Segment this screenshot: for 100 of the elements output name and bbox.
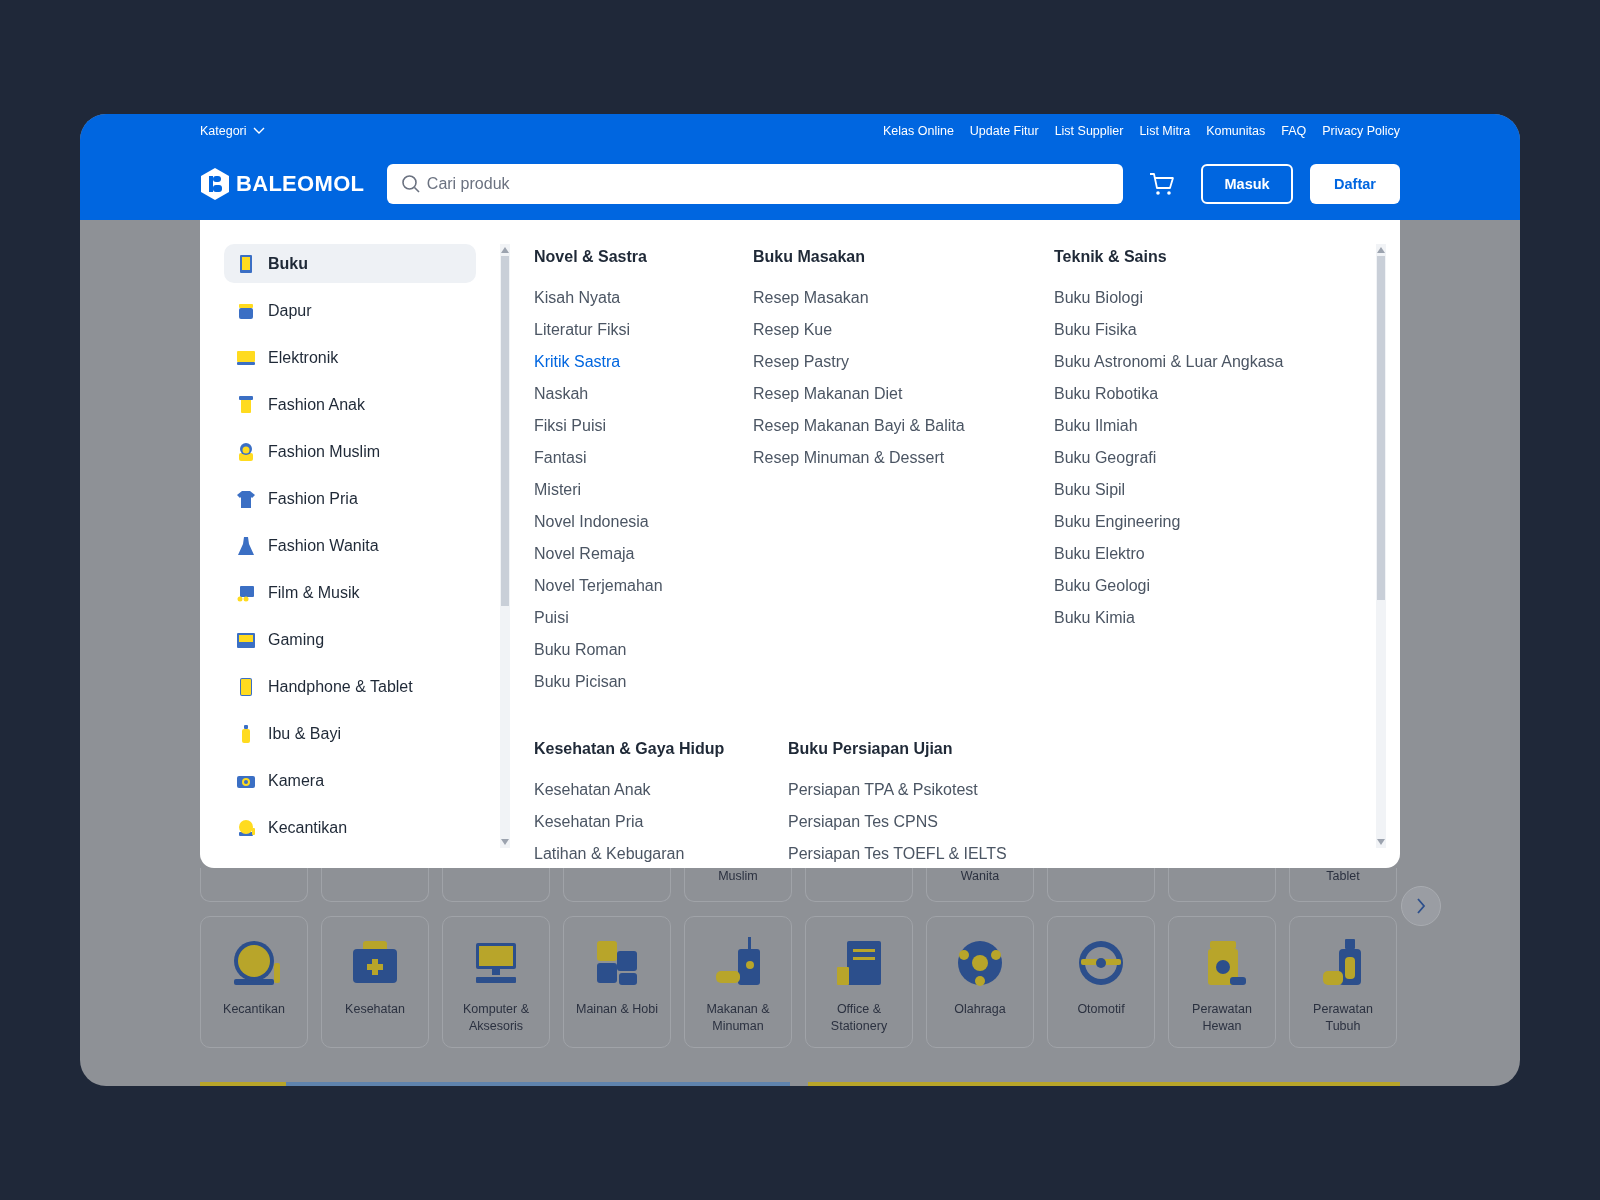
scrollbar[interactable]: [500, 244, 510, 848]
film-icon: [236, 583, 256, 604]
card-label: Makanan & Minuman: [705, 1001, 771, 1035]
subcategory-link[interactable]: Fiksi Puisi: [534, 414, 753, 446]
card-label: Otomotif: [1076, 1001, 1126, 1018]
category-card[interactable]: Komputer & Aksesoris: [442, 916, 550, 1048]
category-item[interactable]: Ibu & Bayi: [224, 714, 476, 754]
scroll-down-icon[interactable]: [500, 838, 510, 846]
search-field[interactable]: Cari produk: [386, 164, 1124, 204]
category-item[interactable]: Dapur: [224, 291, 476, 331]
category-card[interactable]: [200, 868, 308, 902]
subcategory-link[interactable]: Novel Remaja: [534, 542, 753, 574]
nav-link[interactable]: FAQ: [1281, 124, 1307, 138]
register-button[interactable]: Daftar: [1310, 164, 1400, 204]
subcategory-link[interactable]: Persiapan TPA & Psikotest: [788, 778, 1007, 810]
subcategory-link[interactable]: Kritik Sastra: [534, 350, 753, 382]
nav-link[interactable]: Komunitas: [1206, 124, 1266, 138]
subcategory-link[interactable]: Buku Geologi: [1054, 574, 1284, 606]
card-label: Kecantikan: [222, 1001, 286, 1018]
card-label: Kesehatan: [344, 1001, 406, 1018]
subcategory-link[interactable]: Resep Kue: [753, 318, 1054, 350]
category-item[interactable]: Film & Musik: [224, 573, 476, 613]
category-card[interactable]: Tablet: [1289, 868, 1397, 902]
search-icon: [400, 174, 421, 194]
subcategory-link[interactable]: Buku Kimia: [1054, 606, 1284, 638]
subcategory-link[interactable]: Puisi: [534, 606, 753, 638]
category-menu[interactable]: Kategori: [200, 124, 265, 138]
category-card[interactable]: Kecantikan: [200, 916, 308, 1048]
scroll-up-icon[interactable]: [500, 246, 510, 254]
subcategory-link[interactable]: Buku Astronomi & Luar Angkasa: [1054, 350, 1284, 382]
scrollbar-thumb[interactable]: [501, 256, 509, 606]
scroll-down-icon[interactable]: [1376, 838, 1386, 846]
category-card[interactable]: Mainan & Hobi: [563, 916, 671, 1048]
category-item[interactable]: Elektronik: [224, 338, 476, 378]
nav-link[interactable]: List Mitra: [1139, 124, 1191, 138]
subcategory-link[interactable]: Buku Sipil: [1054, 478, 1284, 510]
next-arrow-button[interactable]: [1401, 886, 1441, 926]
nav-link[interactable]: Privacy Policy: [1322, 124, 1400, 138]
subcategory-link[interactable]: Buku Roman: [534, 638, 753, 670]
subcategory-link[interactable]: Novel Indonesia: [534, 510, 753, 542]
subcategory-link[interactable]: Buku Ilmiah: [1054, 414, 1284, 446]
category-card[interactable]: Perawatan Tubuh: [1289, 916, 1397, 1048]
category-card[interactable]: Muslim: [684, 868, 792, 902]
subcategory-heading: Buku Masakan: [753, 248, 867, 267]
subcategory-link[interactable]: Novel Terjemahan: [534, 574, 753, 606]
scrollbar-thumb[interactable]: [1377, 256, 1385, 600]
subcategory-link[interactable]: Literatur Fiksi: [534, 318, 753, 350]
subcategory-link[interactable]: Buku Biologi: [1054, 286, 1284, 318]
subcategory-link[interactable]: Buku Elektro: [1054, 542, 1284, 574]
cart-icon[interactable]: [1149, 172, 1176, 196]
category-card[interactable]: [563, 868, 671, 902]
category-item[interactable]: Gaming: [224, 620, 476, 660]
category-item[interactable]: Fashion Anak: [224, 385, 476, 425]
nav-link[interactable]: Update Fitur: [969, 124, 1039, 138]
subcategory-link[interactable]: Resep Makanan Diet: [753, 382, 1054, 414]
category-item[interactable]: Handphone & Tablet: [224, 667, 476, 707]
category-item[interactable]: Fashion Muslim: [224, 432, 476, 472]
subcategory-link[interactable]: Resep Minuman & Dessert: [753, 446, 1054, 478]
subcategory-link[interactable]: Resep Pastry: [753, 350, 1054, 382]
category-card[interactable]: Perawatan Hewan: [1168, 916, 1276, 1048]
subcategory-link[interactable]: Buku Engineering: [1054, 510, 1284, 542]
category-card[interactable]: Makanan & Minuman: [684, 916, 792, 1048]
subcategory-link[interactable]: Kesehatan Pria: [534, 810, 788, 842]
game-console-icon: [236, 630, 256, 651]
login-button[interactable]: Masuk: [1201, 164, 1294, 204]
subcategory-link[interactable]: Kisah Nyata: [534, 286, 753, 318]
subcategory-link[interactable]: Buku Fisika: [1054, 318, 1284, 350]
subcategory-link[interactable]: Resep Makanan Bayi & Balita: [753, 414, 1054, 446]
category-card[interactable]: [1047, 868, 1155, 902]
nav-link[interactable]: List Supplier: [1054, 124, 1124, 138]
subcategory-link[interactable]: Buku Picisan: [534, 670, 753, 702]
category-item[interactable]: Fashion Wanita: [224, 526, 476, 566]
category-item[interactable]: Kecantikan: [224, 808, 476, 848]
subcategory-link[interactable]: Naskah: [534, 382, 753, 414]
category-item[interactable]: Buku: [224, 244, 476, 284]
category-card[interactable]: Office & Stationery: [805, 916, 913, 1048]
subcategory-link[interactable]: Persiapan Tes CPNS: [788, 810, 1007, 842]
subcategory-link[interactable]: Kesehatan Anak: [534, 778, 788, 810]
category-card[interactable]: Wanita: [926, 868, 1034, 902]
category-item[interactable]: Kamera: [224, 761, 476, 801]
subcategory-link[interactable]: Fantasi: [534, 446, 753, 478]
subcategory-link[interactable]: Misteri: [534, 478, 753, 510]
category-card[interactable]: [805, 868, 913, 902]
subcategory-link[interactable]: Resep Masakan: [753, 286, 1054, 318]
subcategory-heading: Novel & Sastra: [534, 248, 648, 267]
card-label: Perawatan Tubuh: [1312, 1001, 1374, 1035]
category-card[interactable]: Olahraga: [926, 916, 1034, 1048]
shirt-icon: [236, 394, 256, 415]
subcategory-link[interactable]: Buku Geografi: [1054, 446, 1284, 478]
category-item[interactable]: Fashion Pria: [224, 479, 476, 519]
category-card[interactable]: [321, 868, 429, 902]
scroll-up-icon[interactable]: [1376, 246, 1386, 254]
nav-link[interactable]: Kelas Online: [882, 124, 954, 138]
card-label: Tablet: [1325, 868, 1361, 884]
category-card[interactable]: [1168, 868, 1276, 902]
category-card[interactable]: Kesehatan: [321, 916, 429, 1048]
card-label: Perawatan Hewan: [1191, 1001, 1253, 1035]
category-card[interactable]: Otomotif: [1047, 916, 1155, 1048]
subcategory-link[interactable]: Buku Robotika: [1054, 382, 1284, 414]
category-card[interactable]: [442, 868, 550, 902]
